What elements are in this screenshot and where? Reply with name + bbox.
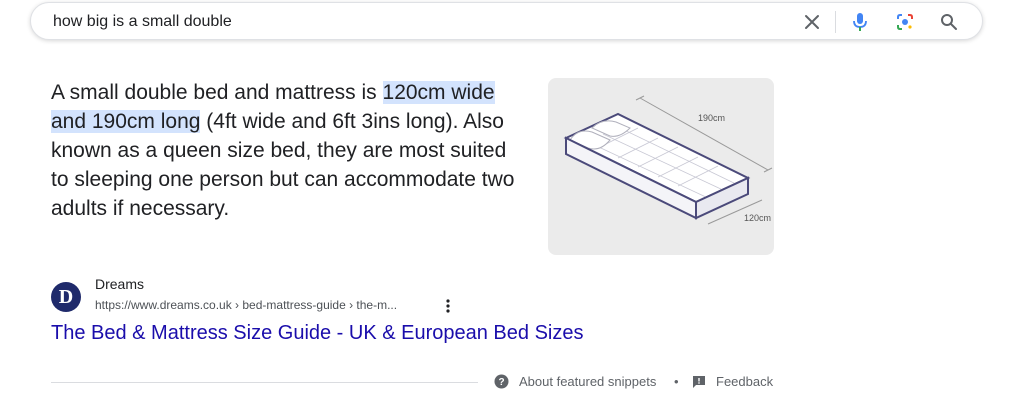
footer-divider <box>51 382 478 383</box>
width-label: 120cm <box>744 213 771 223</box>
help-icon: ? <box>494 374 509 389</box>
feedback-icon <box>692 375 706 389</box>
search-bar <box>30 2 983 40</box>
source-url[interactable]: https://www.dreams.co.uk › bed-mattress-… <box>95 298 397 312</box>
footer-separator: • <box>674 374 679 389</box>
search-icon[interactable] <box>939 12 959 32</box>
about-featured-snippets-link[interactable]: ? About featured snippets <box>494 374 656 389</box>
snippet-text: A small double bed and mattress is 120cm… <box>51 78 526 223</box>
clear-icon[interactable] <box>802 12 822 32</box>
source-name[interactable]: Dreams <box>95 276 144 292</box>
source-logo[interactable]: D <box>51 282 81 312</box>
microphone-icon[interactable] <box>850 12 870 32</box>
feedback-link[interactable]: Feedback <box>692 374 773 389</box>
snippet-text-before: A small double bed and mattress is <box>51 81 383 104</box>
about-featured-snippets-label: About featured snippets <box>519 374 657 389</box>
search-input[interactable] <box>53 12 753 32</box>
search-divider <box>835 11 836 33</box>
more-options-icon[interactable] <box>440 296 456 316</box>
result-title-link[interactable]: The Bed & Mattress Size Guide - UK & Eur… <box>51 322 583 345</box>
feedback-label: Feedback <box>716 374 774 389</box>
lens-icon[interactable] <box>895 12 915 32</box>
mattress-diagram-image[interactable]: 190cm 120cm <box>548 78 774 255</box>
source-logo-letter: D <box>58 285 74 308</box>
length-label: 190cm <box>698 113 725 123</box>
svg-text:?: ? <box>498 377 504 388</box>
